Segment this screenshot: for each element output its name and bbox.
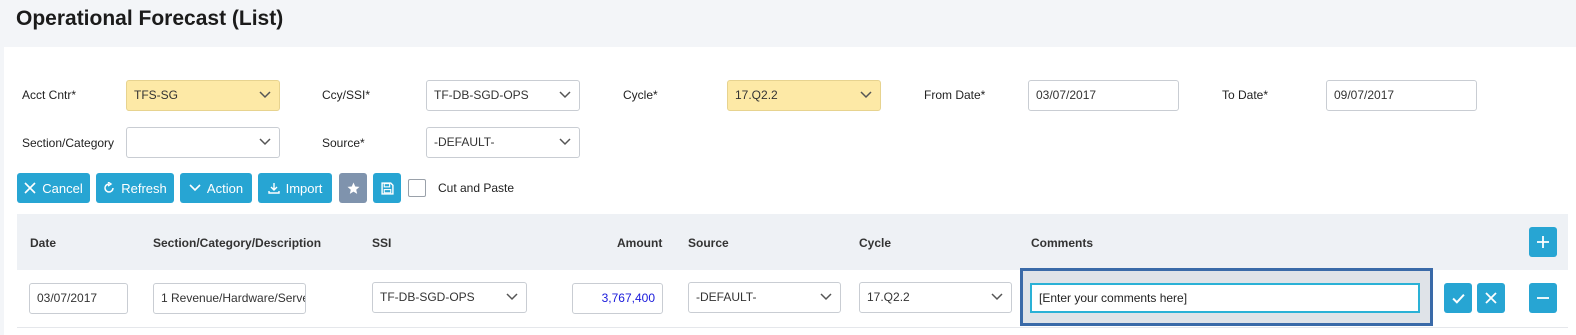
chevron-down-icon: [189, 184, 201, 192]
import-label: Import: [285, 180, 323, 196]
chevron-down-icon: [860, 91, 872, 99]
acct-cntr-select[interactable]: TFS-SG: [126, 80, 280, 111]
cancel-label: Cancel: [42, 180, 83, 196]
favorite-button[interactable]: [339, 173, 367, 203]
chevron-down-icon: [991, 293, 1003, 301]
row-cycle-value: 17.Q2.2: [867, 290, 910, 304]
comments-text: [Enter your comments here]: [1039, 291, 1188, 305]
ccy-ssi-select[interactable]: TF-DB-SGD-OPS: [426, 80, 580, 111]
cycle-select[interactable]: 17.Q2.2: [727, 80, 881, 111]
row-section-input[interactable]: 1 Revenue/Hardware/Serve: [153, 283, 306, 314]
from-date-input[interactable]: 03/07/2017: [1028, 80, 1179, 111]
action-button[interactable]: Action: [180, 173, 252, 203]
chevron-down-icon: [820, 293, 832, 301]
add-row-button[interactable]: [1529, 227, 1557, 257]
action-label: Action: [206, 180, 244, 196]
import-button[interactable]: Import: [258, 173, 332, 203]
refresh-label: Refresh: [121, 180, 167, 196]
row-ssi-select[interactable]: TF-DB-SGD-OPS: [372, 282, 527, 313]
row-date-input[interactable]: 03/07/2017: [29, 283, 128, 314]
row-amount-input[interactable]: 3,767,400: [572, 283, 663, 314]
column-header-source: Source: [688, 236, 729, 250]
chevron-down-icon: [259, 91, 271, 99]
cut-paste-checkbox[interactable]: [408, 179, 426, 197]
plus-icon: [1537, 236, 1549, 248]
ccy-ssi-label: Ccy/SSI*: [322, 88, 371, 102]
chevron-down-icon: [559, 91, 571, 99]
row-cycle-select[interactable]: 17.Q2.2: [859, 282, 1012, 313]
column-header-amount: Amount: [617, 236, 663, 250]
cut-paste-label: Cut and Paste: [438, 181, 515, 195]
source-value: -DEFAULT-: [434, 135, 495, 149]
minus-icon: [1537, 297, 1549, 299]
section-category-select[interactable]: [126, 127, 280, 158]
cycle-label: Cycle*: [623, 88, 658, 102]
column-header-section: Section/Category/Description: [153, 236, 322, 250]
column-header-ssi: SSI: [372, 236, 392, 250]
section-category-label: Section/Category: [22, 136, 115, 150]
download-icon: [267, 183, 280, 194]
check-icon: [1451, 293, 1465, 304]
cycle-value: 17.Q2.2: [735, 88, 778, 102]
save-icon: [380, 181, 394, 195]
source-label: Source*: [322, 136, 365, 150]
confirm-row-button[interactable]: [1444, 283, 1472, 313]
save-button[interactable]: [373, 173, 401, 203]
chevron-down-icon: [259, 138, 271, 146]
star-icon: [347, 182, 359, 194]
source-select[interactable]: -DEFAULT-: [426, 127, 580, 158]
row-comments-input[interactable]: [Enter your comments here]: [1030, 283, 1420, 313]
remove-row-button[interactable]: [1529, 283, 1557, 313]
close-icon: [24, 182, 36, 194]
cancel-button[interactable]: Cancel: [17, 173, 90, 203]
to-date-input[interactable]: 09/07/2017: [1326, 80, 1477, 111]
row-source-value: -DEFAULT-: [696, 290, 757, 304]
chevron-down-icon: [506, 293, 518, 301]
page-title: Operational Forecast (List): [16, 7, 284, 30]
acct-cntr-label: Acct Cntr*: [22, 88, 77, 102]
column-header-cycle: Cycle: [859, 236, 892, 250]
from-date-label: From Date*: [924, 88, 986, 102]
chevron-down-icon: [559, 138, 571, 146]
cancel-row-button[interactable]: [1477, 283, 1505, 313]
row-ssi-value: TF-DB-SGD-OPS: [380, 290, 475, 304]
column-header-comments: Comments: [1031, 236, 1094, 250]
refresh-icon: [104, 182, 114, 193]
column-header-date: Date: [30, 236, 57, 250]
acct-cntr-value: TFS-SG: [134, 88, 178, 102]
close-icon: [1485, 292, 1497, 304]
to-date-label: To Date*: [1222, 88, 1269, 102]
ccy-ssi-value: TF-DB-SGD-OPS: [434, 88, 529, 102]
row-source-select[interactable]: -DEFAULT-: [688, 282, 841, 313]
refresh-button[interactable]: Refresh: [96, 173, 174, 203]
